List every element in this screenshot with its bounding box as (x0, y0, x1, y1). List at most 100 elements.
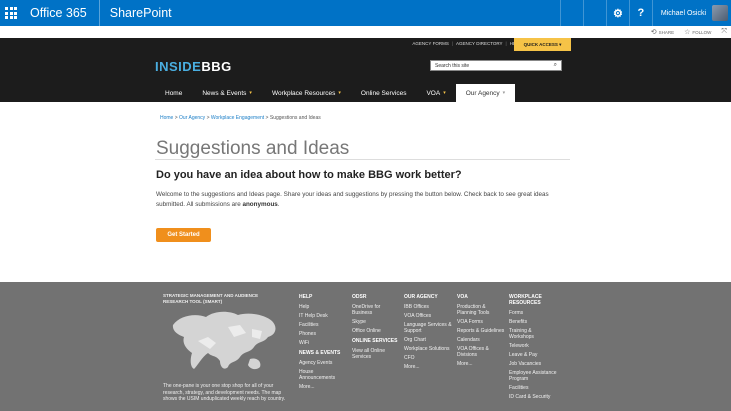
footer-col-voa: VOA Production & Planning Tools VOA Forms… (457, 294, 505, 370)
smart-heading: STRATEGIC MANAGEMENT AND AUDIENCE RESEAR… (163, 293, 259, 304)
intro-text: Welcome to the suggestions and Ideas pag… (156, 190, 571, 210)
nav-item-our-agency[interactable]: Our Agency ▾ (455, 84, 516, 102)
footer-links-help: Help IT Help Desk Facilities Phones WiFi (299, 304, 347, 346)
share-button[interactable]: ⟲ SHARE (651, 28, 674, 36)
footer-link[interactable]: Reports & Guidelines (457, 328, 505, 334)
user-name[interactable]: Michael Osicki (653, 10, 712, 17)
footer-link[interactable]: OneDrive for Business (352, 304, 400, 316)
footer-link[interactable]: Job Vacancies (509, 361, 557, 367)
footer-links-odsr: OneDrive for Business Skype Office Online (352, 304, 400, 334)
footer-link[interactable]: VOA Forms (457, 319, 505, 325)
footer-sub-online: ONLINE SERVICES View all Online Services (352, 338, 400, 360)
utility-link[interactable]: AGENCY DIRECTORY (456, 41, 503, 46)
footer-link[interactable]: Production & Planning Tools (457, 304, 505, 316)
get-started-button[interactable]: Get Started (156, 228, 211, 242)
footer-link[interactable]: Facilities (509, 385, 557, 391)
nav-item-workplace-resources[interactable]: Workplace Resources ▾ (262, 84, 351, 102)
breadcrumb-home[interactable]: Home (160, 115, 173, 121)
chevron-down-icon: ▾ (249, 90, 252, 96)
app-launcher-icon[interactable] (0, 0, 22, 26)
footer-link[interactable]: IBB Offices (404, 304, 452, 310)
footer-link[interactable]: Forms (509, 310, 557, 316)
share-label: SHARE (658, 29, 675, 35)
footer-link[interactable]: CFO (404, 355, 452, 361)
utility-link[interactable]: AGENCY FORMS (412, 41, 448, 46)
footer-link[interactable]: More... (299, 384, 347, 390)
footer-col-odsr: ODSR OneDrive for Business Skype Office On… (352, 294, 400, 363)
footer-link[interactable]: Office Online (352, 328, 400, 334)
footer-link[interactable]: Language Services & Support (404, 322, 452, 334)
footer-link[interactable]: IT Help Desk (299, 313, 347, 319)
breadcrumb: Home > Our Agency > Workplace Engagement… (160, 115, 321, 121)
footer-link[interactable]: Training & Workshops (509, 328, 557, 340)
footer-link[interactable]: House Announcements (299, 369, 347, 381)
nav-item-home[interactable]: Home (155, 84, 192, 102)
help-icon[interactable]: ? (630, 0, 652, 26)
intro-body: Welcome to the suggestions and Ideas pag… (156, 191, 549, 208)
smart-description: The one-pane is your one stop shop for a… (163, 383, 286, 402)
footer-link[interactable]: Agency Events (299, 360, 347, 366)
footer-link[interactable]: ID Card & Security (509, 394, 557, 400)
footer-link[interactable]: Benefits (509, 319, 557, 325)
nav-item-online-services[interactable]: Online Services (351, 84, 417, 102)
footer-link[interactable]: Leave & Pay (509, 352, 557, 358)
search-input[interactable]: Search this site (435, 63, 554, 69)
footer-heading-agency: OUR AGENCY (404, 294, 438, 300)
top-navigation: Home News & Events ▾ Workplace Resources ▾ On… (155, 84, 516, 102)
footer-heading-help: HELP (299, 294, 313, 300)
footer-link[interactable]: Help (299, 304, 347, 310)
avatar[interactable] (712, 5, 728, 21)
search-icon[interactable]: ⌕ (554, 62, 557, 69)
inside-bbg-logo[interactable]: INSIDEBBG (155, 59, 232, 74)
footer-link[interactable]: Telework (509, 343, 557, 349)
footer-link[interactable]: Employee Assistance Program (509, 370, 557, 382)
footer-link[interactable]: More... (457, 361, 505, 367)
breadcrumb-workplace-engagement[interactable]: Workplace Engagement (211, 115, 264, 121)
chevron-down-icon: ▾ (443, 90, 446, 96)
share-icon: ⟲ (650, 29, 657, 36)
footer-link[interactable]: VOA Offices & Divisions (457, 346, 505, 358)
focus-content-button[interactable]: ⤧ (721, 28, 727, 36)
utility-separator: | (505, 41, 507, 46)
footer-col-workplace: WORKPLACE RESOURCES Forms Benefits Trainin… (509, 294, 557, 403)
site-footer: STRATEGIC MANAGEMENT AND AUDIENCE RESEAR… (0, 282, 731, 411)
footer-link[interactable]: Calendars (457, 337, 505, 343)
footer-links-workplace: Forms Benefits Training & Workshops Telewor… (509, 310, 557, 400)
page-subtitle: Do you have an idea about how to make BB… (156, 169, 462, 181)
footer-link[interactable]: Workplace Solutions (404, 346, 452, 352)
nav-item-label: VOA (426, 89, 441, 97)
sharepoint-link[interactable]: SharePoint (100, 6, 172, 20)
expand-icon: ⤧ (721, 28, 727, 35)
suite-bar: Office 365 SharePoint ⚙ ? Michael Osicki (0, 0, 731, 26)
nav-item-news-events[interactable]: News & Events ▾ (192, 84, 262, 102)
settings-gear-icon[interactable]: ⚙ (607, 0, 629, 26)
footer-links-voa: Production & Planning Tools VOA Forms Repo… (457, 304, 505, 367)
nav-item-voa[interactable]: VOA ▾ (416, 84, 455, 102)
site-search[interactable]: Search this site ⌕ (430, 60, 562, 71)
intro-end: . (277, 201, 280, 208)
map-landmass (248, 358, 261, 370)
footer-link[interactable]: VOA Offices (404, 313, 452, 319)
follow-button[interactable]: ☆ FOLLOW (684, 28, 711, 36)
footer-link[interactable]: Facilities (299, 322, 347, 328)
breadcrumb-our-agency[interactable]: Our Agency (179, 115, 205, 121)
footer-link[interactable]: View all Online Services (352, 348, 400, 360)
footer-heading-online: ONLINE SERVICES (352, 338, 398, 344)
nav-item-label: Home (165, 89, 183, 97)
footer-col-help: HELP Help IT Help Desk Facilities Phones WiF… (299, 294, 347, 393)
world-map-image[interactable] (168, 307, 283, 377)
follow-label: FOLLOW (692, 29, 712, 35)
footer-link[interactable]: Phones (299, 331, 347, 337)
footer-link[interactable]: More... (404, 364, 452, 370)
title-divider (155, 159, 570, 160)
footer-heading-news: NEWS & EVENTS (299, 350, 341, 356)
logo-inside: INSIDE (155, 59, 202, 74)
nav-item-label: News & Events (202, 89, 247, 97)
footer-heading-voa: VOA (457, 294, 468, 300)
footer-heading-odsr: ODSR (352, 294, 367, 300)
footer-link[interactable]: Org Chart (404, 337, 452, 343)
footer-link[interactable]: Skype (352, 319, 400, 325)
quick-access-button[interactable]: QUICK ACCESS ▾ (514, 38, 571, 51)
footer-link[interactable]: WiFi (299, 340, 347, 346)
office-365-brand[interactable]: Office 365 (22, 0, 100, 26)
